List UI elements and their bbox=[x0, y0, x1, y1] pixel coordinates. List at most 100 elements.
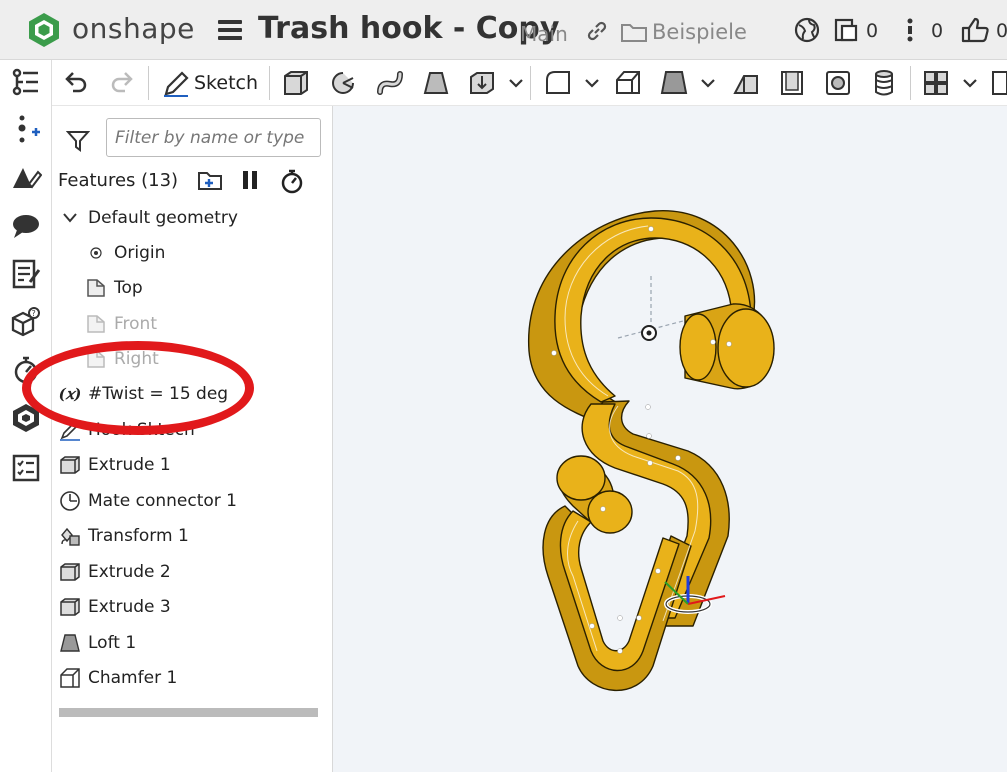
chevron-down-icon[interactable] bbox=[700, 68, 716, 98]
draft-icon[interactable] bbox=[660, 68, 688, 98]
tree-item-top[interactable]: Top bbox=[84, 273, 143, 303]
chamfer-icon bbox=[58, 666, 82, 690]
feature-label: Chamfer 1 bbox=[88, 668, 178, 688]
chevron-down-icon[interactable] bbox=[962, 68, 978, 98]
tree-item-origin[interactable]: Origin bbox=[84, 238, 165, 268]
undo-icon[interactable] bbox=[62, 68, 88, 98]
thread-icon[interactable] bbox=[870, 68, 898, 98]
loft-icon[interactable] bbox=[422, 68, 450, 98]
horizontal-scrollbar[interactable] bbox=[59, 708, 318, 717]
branch-name[interactable]: Main bbox=[520, 22, 568, 46]
origin-icon bbox=[84, 241, 108, 265]
fillet-icon[interactable] bbox=[544, 68, 572, 98]
globe-icon[interactable] bbox=[793, 16, 821, 44]
feature-twist-variable[interactable]: (𝑥) #Twist = 15 deg bbox=[58, 379, 228, 409]
loft-icon bbox=[58, 631, 82, 655]
appearance-icon[interactable] bbox=[10, 162, 42, 194]
chamfer-icon[interactable] bbox=[614, 68, 642, 98]
like-icon[interactable] bbox=[960, 16, 990, 44]
feature-label: Mate connector 1 bbox=[88, 491, 237, 511]
3d-viewport[interactable] bbox=[333, 106, 1007, 772]
checklist-icon[interactable] bbox=[10, 452, 42, 484]
transform-icon bbox=[58, 524, 82, 548]
origin-marker[interactable] bbox=[641, 325, 657, 341]
extrude-icon[interactable] bbox=[282, 68, 310, 98]
revolve-icon[interactable] bbox=[329, 68, 357, 98]
toolbar-divider bbox=[530, 66, 531, 100]
tree-item-label: Top bbox=[114, 278, 143, 298]
link-icon[interactable] bbox=[584, 18, 610, 44]
feature-label: Transform 1 bbox=[88, 526, 189, 546]
folder-name[interactable]: Beispiele bbox=[652, 20, 747, 44]
feature-loft-1[interactable]: Loft 1 bbox=[58, 628, 136, 658]
variable-icon: (𝑥) bbox=[58, 385, 82, 403]
tree-item-right[interactable]: Right bbox=[84, 344, 159, 374]
filter-icon[interactable] bbox=[66, 130, 90, 152]
feature-label: Extrude 1 bbox=[88, 455, 171, 475]
sketch-label: Sketch bbox=[194, 72, 259, 94]
feature-toolbar: Sketch bbox=[52, 60, 1007, 106]
plane-icon bbox=[84, 347, 108, 371]
rollback-timer-icon[interactable] bbox=[279, 168, 305, 194]
pattern-icon[interactable] bbox=[922, 68, 950, 98]
feature-filter-input[interactable] bbox=[106, 118, 321, 157]
extrude-icon bbox=[58, 560, 82, 584]
thicken-icon[interactable] bbox=[468, 68, 496, 98]
feature-extrude-1[interactable]: Extrude 1 bbox=[58, 450, 171, 480]
pause-icon[interactable] bbox=[240, 168, 260, 192]
feature-extrude-2[interactable]: Extrude 2 bbox=[58, 557, 171, 587]
add-instance-icon[interactable] bbox=[10, 114, 42, 146]
feature-mate-connector-1[interactable]: Mate connector 1 bbox=[58, 486, 237, 516]
mass-properties-icon[interactable]: ? bbox=[10, 306, 42, 338]
measure-icon[interactable] bbox=[10, 354, 42, 386]
feature-extrude-3[interactable]: Extrude 3 bbox=[58, 592, 171, 622]
onshape-logo-icon[interactable] bbox=[26, 12, 62, 48]
toolbar-divider bbox=[269, 66, 270, 100]
tree-group-default-geometry[interactable]: Default geometry bbox=[58, 203, 238, 233]
document-title[interactable]: Trash hook - Copy bbox=[258, 11, 559, 46]
versions-count: 0 bbox=[866, 20, 879, 42]
feature-label: Loft 1 bbox=[88, 633, 137, 653]
feature-chamfer-1[interactable]: Chamfer 1 bbox=[58, 663, 177, 693]
mate-connector-icon bbox=[58, 489, 82, 513]
add-folder-icon[interactable] bbox=[197, 168, 223, 192]
tree-item-label: Origin bbox=[114, 243, 166, 263]
onshape-logo-rail-icon[interactable] bbox=[10, 402, 42, 434]
tree-item-front[interactable]: Front bbox=[84, 309, 157, 339]
redo-icon[interactable] bbox=[110, 68, 136, 98]
feature-list-icon[interactable] bbox=[10, 66, 42, 98]
brand-name: onshape bbox=[72, 12, 195, 45]
chevron-down-icon[interactable] bbox=[508, 68, 524, 98]
like-count: 0 bbox=[996, 20, 1007, 42]
shell-icon[interactable] bbox=[778, 68, 806, 98]
rib-icon[interactable] bbox=[732, 68, 760, 98]
feature-label: Hook Sktech bbox=[88, 420, 195, 440]
notes-icon[interactable] bbox=[10, 258, 42, 290]
top-bar: onshape Trash hook - Copy Main Beispiele… bbox=[0, 0, 1007, 60]
hole-icon[interactable] bbox=[824, 68, 852, 98]
comments-icon[interactable] bbox=[10, 210, 42, 242]
tree-group-label: Default geometry bbox=[88, 208, 238, 228]
plane-icon bbox=[84, 312, 108, 336]
menu-icon[interactable] bbox=[218, 20, 242, 40]
info-count: 0 bbox=[931, 20, 944, 42]
plane-icon bbox=[84, 276, 108, 300]
feature-hook-sketch[interactable]: Hook Sktech bbox=[58, 415, 195, 445]
chevron-down-icon[interactable] bbox=[58, 206, 82, 230]
versions-icon[interactable] bbox=[832, 16, 860, 44]
tree-item-label: Right bbox=[114, 349, 159, 369]
toolbar-divider bbox=[910, 66, 911, 100]
hook-model[interactable] bbox=[333, 106, 1007, 772]
feature-label: #Twist = 15 deg bbox=[88, 384, 229, 404]
tree-item-label: Front bbox=[114, 314, 157, 334]
info-icon[interactable] bbox=[898, 16, 922, 44]
extrude-icon bbox=[58, 595, 82, 619]
svg-text:?: ? bbox=[32, 309, 36, 318]
sketch-icon bbox=[58, 418, 82, 442]
chevron-down-icon[interactable] bbox=[584, 68, 600, 98]
feature-transform-1[interactable]: Transform 1 bbox=[58, 521, 189, 551]
sweep-icon[interactable] bbox=[376, 68, 404, 98]
more-tools-icon[interactable] bbox=[990, 68, 1007, 98]
feature-label: Extrude 3 bbox=[88, 597, 171, 617]
folder-icon[interactable] bbox=[620, 20, 648, 44]
